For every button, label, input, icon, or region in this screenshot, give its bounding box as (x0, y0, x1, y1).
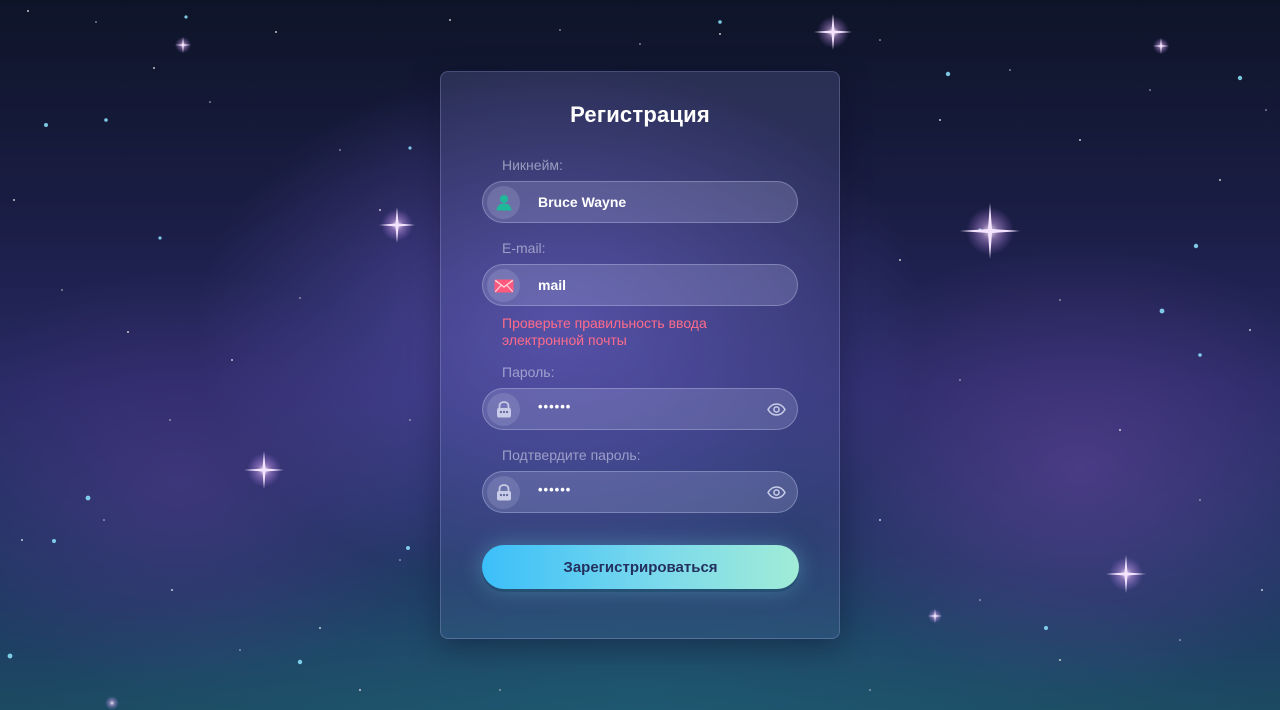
eye-icon[interactable] (766, 483, 786, 501)
lock-icon (487, 476, 520, 509)
email-field[interactable]: mail (482, 264, 798, 306)
lock-icon (487, 393, 520, 426)
password-label: Пароль: (502, 364, 555, 380)
register-button[interactable]: Зарегистрироваться (482, 545, 799, 589)
email-value: mail (538, 277, 567, 293)
nickname-value: Bruce Wayne (538, 194, 627, 210)
confirm-password-value: •••••• (538, 482, 572, 497)
confirm-password-label: Подтвердите пароль: (502, 447, 641, 463)
envelope-icon (487, 269, 520, 302)
email-label: E-mail: (502, 240, 546, 256)
email-error-message: Проверьте правильность ввода электронной… (502, 315, 707, 348)
eye-icon[interactable] (766, 400, 786, 418)
password-field[interactable]: •••••• (482, 388, 798, 430)
confirm-password-field[interactable]: •••••• (482, 471, 798, 513)
user-icon (487, 186, 520, 219)
registration-card: Регистрация Никнейм: Bruce Wayne E-mail:… (440, 71, 840, 639)
nickname-field[interactable]: Bruce Wayne (482, 181, 798, 223)
nickname-label: Никнейм: (502, 157, 563, 173)
password-value: •••••• (538, 399, 572, 414)
page-title: Регистрация (570, 102, 710, 127)
